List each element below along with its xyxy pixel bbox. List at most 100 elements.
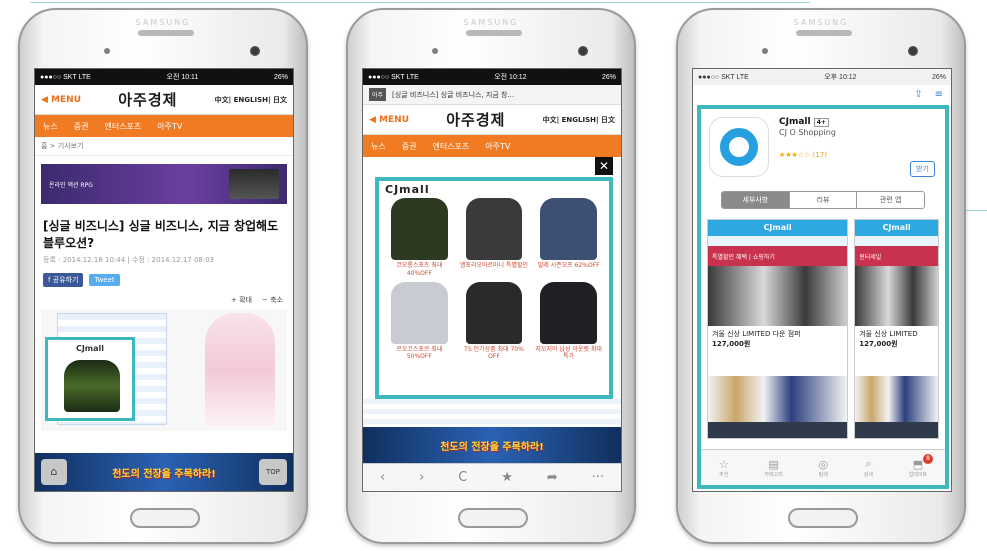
site-logo[interactable]: 아주경제 [118, 89, 177, 110]
battery: 26% [931, 73, 946, 81]
nav-item-news[interactable]: 뉴스 [43, 121, 58, 132]
screenshot-price-value: 127,000원 [712, 339, 751, 348]
home-button[interactable] [788, 508, 858, 528]
tab-explore[interactable]: ◎ 탐색 [819, 458, 829, 478]
nav-item-tv[interactable]: 아주TV [157, 121, 182, 132]
product-card[interactable]: 엠포리오아르마니 특별할인 [460, 198, 529, 278]
product-card[interactable]: 코오롱스포츠 최대40%OFF [385, 198, 454, 278]
status-bar: ●●●○○ SKT LTE 오전 10:12 26% [363, 69, 621, 85]
nav-item-news[interactable]: 뉴스 [371, 141, 386, 152]
inset-ad[interactable]: CJmall [45, 337, 135, 422]
article-image: CJmall [41, 309, 287, 432]
zoom-controls: + 확대 − 축소 [35, 293, 293, 307]
speaker [796, 30, 852, 36]
updates-icon: ⬒ [912, 457, 924, 471]
tab-featured[interactable]: ☆ 추천 [719, 458, 729, 478]
app-icon[interactable] [709, 117, 769, 177]
game-banner[interactable]: 천도의 전장을 주목하라! [363, 427, 621, 463]
banner-ad[interactable]: 온라인 액션 RPG [41, 164, 287, 204]
home-button[interactable] [130, 508, 200, 528]
update-badge: 8 [923, 453, 934, 464]
model-photo [205, 313, 275, 428]
facebook-share-button[interactable]: f 공유하기 [43, 273, 84, 288]
product-caption: 지오지아 남성 아웃렛 최대특가 [535, 345, 602, 361]
product-card[interactable]: TS 인기상품 최대 70% OFF [460, 281, 529, 362]
menu-button[interactable]: ◀ MENU [41, 95, 81, 105]
app-rating: ★★★☆☆ (17) [779, 151, 827, 159]
menu-button[interactable]: ◀ MENU [369, 115, 409, 125]
screenshot-price-value: 127,000원 [859, 339, 898, 348]
nav-item-entertainment[interactable]: 엔터스포츠 [432, 141, 469, 152]
product-card[interactable]: 지오지아 남성 아웃렛 최대특가 [534, 281, 603, 362]
product-caption: 엠포리오아르마니 특별할인 [459, 262, 529, 269]
phone-brand: SAMSUNG [135, 18, 191, 27]
language-links[interactable]: 中文| ENGLISH| 日文 [543, 115, 615, 125]
home-button[interactable] [458, 508, 528, 528]
phone-brand: SAMSUNG [463, 18, 519, 27]
tweet-button[interactable]: Tweet [89, 274, 120, 287]
battery: 26% [601, 73, 616, 81]
share-icon[interactable]: ⇪ [914, 89, 922, 100]
screenshot-carousel[interactable]: CJmall 특별할인 혜택 | 쇼핑하기 겨울 신상 LIMITED 다운 점… [701, 215, 945, 443]
overlay-logo: CJmall [385, 183, 430, 196]
nav-item-entertainment[interactable]: 엔터스포츠 [104, 121, 141, 132]
top-button[interactable]: TOP [259, 459, 287, 485]
screenshot-promo: 윈터세일 [855, 246, 938, 266]
game-banner-text: 천도의 전장을 주목하라! [112, 468, 216, 480]
close-ad-button[interactable]: ✕ [595, 157, 613, 175]
back-icon[interactable]: ‹ [380, 470, 385, 485]
share-icon[interactable]: ➦ [547, 470, 558, 485]
product-caption: 르꼬끄스포르 최대50%OFF [396, 345, 443, 361]
screenshot-products [855, 376, 938, 422]
forward-icon[interactable]: › [419, 470, 424, 485]
front-camera [908, 46, 918, 56]
browser-tab[interactable]: 아주 [싱글 비즈니스] 싱글 비즈니스, 지금 창... [363, 85, 621, 105]
tab-details[interactable]: 세부사항 [722, 192, 790, 208]
bookmark-icon[interactable]: ★ [501, 470, 513, 485]
app-screenshot: CJmall 윈터세일 겨울 신상 LIMITED 127,000원 [854, 219, 939, 439]
sensor [432, 48, 438, 54]
clock: 오후 10:12 [824, 74, 857, 81]
sensor [104, 48, 110, 54]
site-logo[interactable]: 아주경제 [446, 109, 505, 130]
tab-label: 추천 [719, 471, 729, 478]
app-developer[interactable]: CJ O Shopping [779, 127, 836, 137]
fullscreen-ad-overlay[interactable]: CJmall 코오롱스포츠 최대40%OFF 엠포리오아르마니 특별할인 밀레 … [375, 177, 613, 399]
product-card[interactable]: 르꼬끄스포르 최대50%OFF [385, 281, 454, 362]
sensor [762, 48, 768, 54]
site-header: ◀ MENU 아주경제 中文| ENGLISH| 日文 [35, 85, 293, 115]
tab-label: 검색 [863, 472, 873, 478]
app-name: CJmall 4+ [779, 117, 836, 127]
nav-item-stock[interactable]: 증권 [402, 141, 417, 152]
nav-item-stock[interactable]: 증권 [74, 121, 89, 132]
product-card[interactable]: 밀레 시즌오프 62%OFF [534, 198, 603, 278]
tab-updates[interactable]: ⬒ 8 업데이트 [908, 453, 934, 478]
more-icon[interactable]: ··· [592, 470, 604, 485]
product-caption: 코오롱스포츠 최대40%OFF [396, 262, 443, 277]
home-icon[interactable]: ⌂ [41, 459, 67, 485]
app-store-tab-bar: ☆ 추천 ▤ 카테고리 ◎ 탐색 ⌕ 검색 ⬒ 8 업데이트 [701, 449, 945, 485]
tab-related[interactable]: 관련 앱 [857, 192, 924, 208]
phone-2: SAMSUNG ●●●○○ SKT LTE 오전 10:12 26% 아주 [싱… [346, 8, 636, 544]
breadcrumb[interactable]: 홈 > 기사보기 [35, 137, 293, 156]
get-button[interactable]: 받기 [910, 161, 935, 177]
decor-line-top [30, 2, 810, 3]
clock: 오전 10:11 [166, 74, 199, 81]
screenshot-price: 겨울 신상 LIMITED 다운 점퍼 127,000원 [708, 326, 847, 354]
tab-reviews[interactable]: 리뷰 [790, 192, 858, 208]
tab-search[interactable]: ⌕ 검색 [864, 457, 873, 478]
screenshot-photo [708, 266, 848, 326]
nav-item-tv[interactable]: 아주TV [485, 141, 510, 152]
product-image [465, 198, 523, 260]
tab-categories[interactable]: ▤ 카테고리 [764, 458, 782, 478]
zoom-out-button[interactable]: − 축소 [262, 295, 283, 305]
zoom-in-button[interactable]: + 확대 [231, 295, 252, 305]
reload-icon[interactable]: C [458, 470, 467, 485]
product-caption: 밀레 시즌오프 62%OFF [537, 262, 600, 269]
screenshot-logo: CJmall [855, 220, 938, 236]
speaker [466, 30, 522, 36]
list-icon[interactable]: ≡ [935, 89, 943, 100]
game-banner[interactable]: ⌂ 천도의 전장을 주목하라! TOP [35, 453, 293, 491]
language-links[interactable]: 中文| ENGLISH| 日文 [215, 95, 287, 105]
tab-label: 업데이트 [908, 471, 928, 478]
